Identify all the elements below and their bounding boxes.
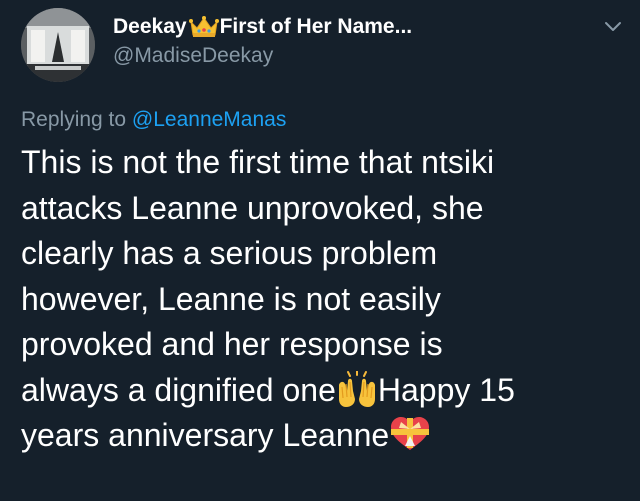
tweet-card[interactable]: Deekay First of Her Name... @MadiseDeeka… bbox=[0, 0, 640, 501]
tweet-text-line: This is not the first time that ntsiki bbox=[21, 144, 495, 180]
user-handle[interactable]: @MadiseDeekay bbox=[113, 44, 412, 68]
crown-icon bbox=[188, 16, 219, 37]
tweet-text-line: however, Leanne is not easily bbox=[21, 280, 441, 317]
display-name-suffix: First of Her Name... bbox=[219, 15, 413, 38]
tweet-text-line: provoked and her response is bbox=[21, 326, 443, 362]
display-name-text: Deekay bbox=[113, 15, 187, 38]
avatar-image bbox=[21, 8, 95, 82]
tweet-text-segment: Happy 15 bbox=[377, 371, 515, 408]
tweet-header: Deekay First of Her Name... @MadiseDeeka… bbox=[113, 12, 412, 68]
tweet-text-line-6: always a dignified one Happy 15 bbox=[21, 368, 621, 414]
display-name[interactable]: Deekay First of Her Name... bbox=[113, 12, 412, 42]
tweet-text-line: attacks Leanne unprovoked, she bbox=[21, 189, 484, 226]
tweet-text-line-8: years anniversary Leanne bbox=[21, 413, 621, 459]
tweet-text-segment: always a dignified one bbox=[21, 371, 336, 408]
tweet-text-line: clearly has a serious problem bbox=[21, 235, 438, 271]
raising-hands-icon bbox=[338, 370, 375, 407]
reply-mention-link[interactable]: @LeanneManas bbox=[132, 108, 286, 131]
chevron-down-icon[interactable] bbox=[603, 20, 623, 34]
avatar[interactable] bbox=[21, 8, 95, 82]
replying-to: Replying to @LeanneManas bbox=[21, 108, 286, 132]
replying-prefix: Replying to bbox=[21, 108, 132, 131]
tweet-text-segment: years anniversary Leanne bbox=[21, 417, 390, 453]
gift-heart-icon bbox=[391, 417, 430, 450]
tweet-text: This is not the first time that ntsiki a… bbox=[21, 140, 621, 459]
